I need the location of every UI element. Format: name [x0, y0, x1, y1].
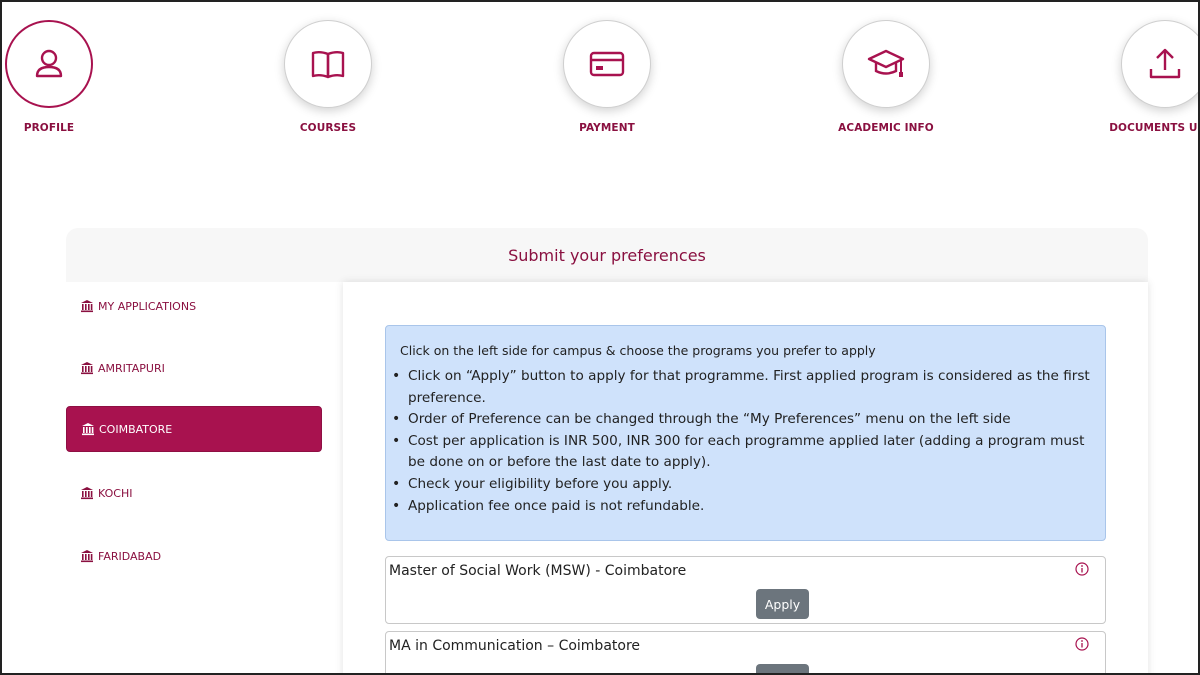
application-window: PROFILE COURSES PAYMENT ACADEMIC INFO DO… — [0, 0, 1200, 675]
instruction-item: Order of Preference can be changed throu… — [392, 409, 1091, 431]
step-payment[interactable]: PAYMENT — [517, 20, 697, 134]
sidebar-item-label: COIMBATORE — [99, 422, 173, 436]
step-label: PROFILE — [23, 122, 75, 134]
step-profile[interactable]: PROFILE — [2, 20, 139, 134]
sidebar-item-coimbatore[interactable]: COIMBATORE — [66, 406, 322, 452]
instruction-item: Cost per application is INR 500, INR 300… — [392, 431, 1091, 474]
step-label: PAYMENT — [579, 122, 635, 134]
book-icon — [311, 51, 345, 79]
step-label: COURSES — [299, 122, 357, 134]
program-card: Master of Social Work (MSW) - Coimbatore… — [385, 556, 1106, 624]
instructions-list: Click on “Apply” button to apply for tha… — [392, 366, 1091, 518]
step-academic-info-circle[interactable] — [842, 20, 930, 108]
bank-icon — [81, 487, 93, 500]
program-name: MA in Communication – Coimbatore — [389, 638, 641, 654]
sidebar-item-label: MY APPLICATIONS — [98, 299, 197, 313]
instruction-item: Application fee once paid is not refunda… — [392, 496, 1091, 518]
instructions-intro: Click on the left side for campus & choo… — [400, 343, 876, 358]
program-name: Master of Social Work (MSW) - Coimbatore — [389, 563, 687, 579]
step-courses-circle[interactable] — [284, 20, 372, 108]
card-header: Submit your preferences — [66, 228, 1148, 282]
graduation-cap-icon — [867, 49, 905, 77]
page-title: Submit your preferences — [508, 245, 706, 265]
instruction-item: Click on “Apply” button to apply for tha… — [392, 366, 1091, 409]
apply-button[interactable]: Apply — [756, 589, 809, 619]
bank-icon — [81, 550, 93, 563]
step-courses[interactable]: COURSES — [238, 20, 418, 134]
sidebar-item-label: FARIDABAD — [98, 549, 162, 563]
sidebar-item-amritapuri[interactable]: AMRITAPURI — [66, 345, 322, 391]
step-label: ACADEMIC INFO — [838, 122, 934, 134]
upload-icon — [1149, 48, 1181, 79]
bank-icon — [82, 423, 94, 436]
sidebar-item-kochi[interactable]: KOCHI — [66, 470, 322, 516]
apply-button[interactable]: Apply — [756, 664, 809, 673]
sidebar-item-label: AMRITAPURI — [98, 361, 165, 375]
credit-card-icon — [589, 51, 625, 77]
step-profile-circle[interactable] — [5, 20, 93, 108]
sidebar-item-label: KOCHI — [98, 486, 133, 500]
programs-panel: Click on the left side for campus & choo… — [343, 282, 1148, 673]
step-academic-info[interactable]: ACADEMIC INFO — [796, 20, 976, 134]
sidebar-item-my-applications[interactable]: MY APPLICATIONS — [66, 283, 322, 329]
instructions-box: Click on the left side for campus & choo… — [385, 325, 1106, 541]
step-label: DOCUMENTS UPLO — [1109, 122, 1198, 134]
bank-icon — [81, 362, 93, 375]
instruction-item: Check your eligibility before you apply. — [392, 474, 1091, 496]
bank-icon — [81, 300, 93, 313]
step-payment-circle[interactable] — [563, 20, 651, 108]
sidebar-item-faridabad[interactable]: FARIDABAD — [66, 533, 322, 579]
info-circle-icon[interactable] — [1075, 562, 1089, 576]
step-documents-upload[interactable]: DOCUMENTS UPLO — [1075, 20, 1198, 134]
step-documents-upload-circle[interactable] — [1121, 20, 1198, 108]
info-circle-icon[interactable] — [1075, 637, 1089, 651]
program-card: MA in Communication – Coimbatore Apply — [385, 631, 1106, 673]
user-icon — [35, 49, 63, 78]
